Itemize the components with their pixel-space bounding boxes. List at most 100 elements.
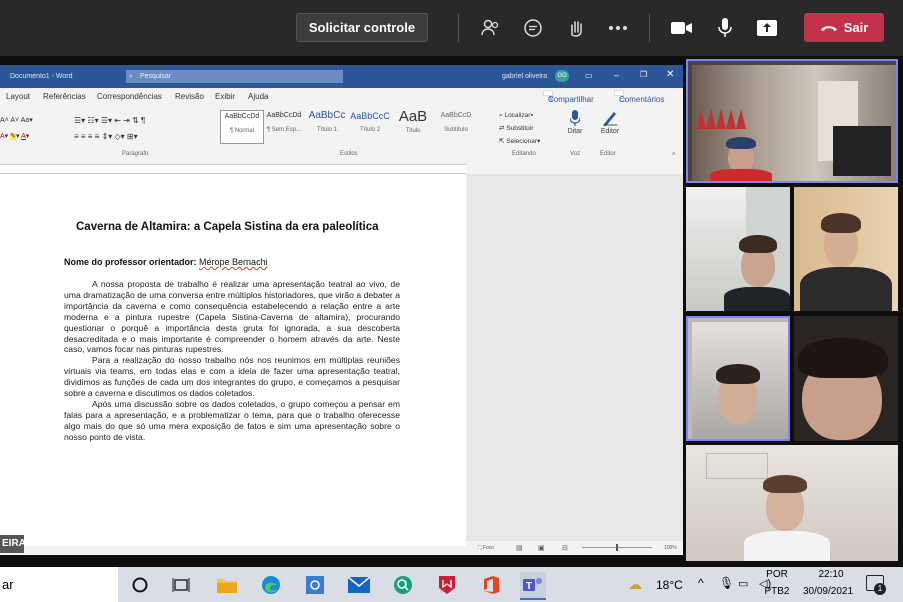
comments-button[interactable]: ▭ Comentários [614,90,664,104]
professor-line: Nome do professor orientador: Mérope Ber… [64,257,268,267]
settings-icon[interactable] [302,572,328,598]
camera-icon[interactable] [668,14,696,42]
weather-temp[interactable]: 18°C [656,578,683,592]
user-avatar[interactable]: GO [555,70,569,82]
style-normal[interactable]: AaBbCcDd ¶ Normal [220,110,264,144]
editor-button[interactable]: Editor [598,110,622,135]
mic-icon [569,110,581,126]
participant-shirt [744,531,830,561]
leave-label: Sair [843,20,869,35]
select-button[interactable]: ⇱ Selecionar▾ [499,135,540,148]
leave-button[interactable]: Sair [804,13,884,42]
user-name: gabriel oliveira [502,73,548,80]
file-explorer-icon[interactable] [214,572,240,598]
video-tile-1[interactable] [686,59,898,183]
office-icon[interactable] [478,572,504,598]
editing-group-label: Editando [512,151,536,157]
replace-button[interactable]: ⇄ Substituir [499,122,540,135]
word-search[interactable]: ⌕ Pesquisar [126,70,343,83]
search-icon: ⌕ [129,73,133,80]
participant-shirt [724,287,790,311]
close-icon[interactable]: ✕ [666,69,674,80]
find-button[interactable]: ⌕ Localizar▾ [499,109,540,122]
style-name: Título 2 [359,127,380,133]
style-subtitle[interactable]: AaBbCcD Subtítulo [435,110,477,142]
mic-icon[interactable] [711,14,739,42]
taskbar-search[interactable]: ar [0,567,118,602]
people-icon[interactable] [476,14,504,42]
wall-frame [706,453,768,479]
list-icon[interactable]: ☰▾ ☷▾ ☰▾ ⇤ ⇥ ⇅ ¶ [74,116,145,125]
tab-references[interactable]: Referências [43,92,86,101]
more-icon[interactable] [604,14,632,42]
share-doc-button[interactable]: ⇪ Compartilhar [543,90,594,104]
raise-hand-icon[interactable] [562,14,590,42]
shared-screen: Documento1 - Word ⌕ Pesquisar gabriel ol… [0,65,683,555]
ribbon-display-icon[interactable]: ▭ [585,71,593,80]
font-color-icon[interactable]: A▾ ✎▾ A▾ [0,132,29,140]
collapse-ribbon-icon[interactable]: ˄ [672,152,676,158]
language-bottom[interactable]: PTB2 [762,586,792,597]
zoom-level[interactable]: 100% [664,545,677,551]
language-top[interactable]: POR [762,569,792,580]
video-tile-3[interactable] [794,187,898,311]
video-tile-6[interactable] [686,445,898,561]
paragraph-3: Após uma discussão sobre os dados coleta… [64,399,400,442]
voice-group-label: Voz [570,151,581,157]
share-icon[interactable] [753,14,781,42]
tab-review[interactable]: Revisão [175,92,204,101]
clock-time[interactable]: 22:10 [806,569,856,580]
word-statusbar: ⛶ Foco ▤ ▣ ⊟ 100% [466,541,683,555]
request-control-button[interactable]: Solicitar controle [296,13,428,42]
web-layout-icon[interactable]: ⊟ [562,544,568,552]
align-icon[interactable]: ≡ ≡ ≡ ≡ ⇕▾ ◇▾ ⊞▾ [74,132,138,141]
dictate-button[interactable]: Ditar [565,110,585,135]
teams-icon[interactable]: T [520,572,546,600]
professor-name: Mérope Bernachi [199,257,268,267]
minimize-icon[interactable]: – [614,70,619,80]
video-tile-5[interactable] [794,316,898,441]
mic-icon[interactable]: 🎙 [719,576,734,590]
mail-icon[interactable] [346,572,372,598]
clock-date[interactable]: 30/09/2021 [793,586,863,597]
notification-badge: 1 [874,583,886,595]
task-view-icon[interactable] [168,572,194,598]
tab-view[interactable]: Exibir [215,92,235,101]
style-heading2[interactable]: AaBbCcC Título 2 [349,110,391,142]
style-title[interactable]: AaB Título [392,109,434,142]
window-title: Documento1 - Word [10,73,73,80]
ribbon: A˄ A˅ Aa▾ A▾ ✎▾ A▾ ☰▾ ☷▾ ☰▾ ⇤ ⇥ ⇅ ¶ ≡ ≡ … [0,104,683,163]
chat-icon[interactable] [519,14,547,42]
style-no-spacing[interactable]: AaBbCcDd ¶ Sem Esp... [263,110,305,142]
video-tile-2[interactable] [686,187,790,311]
editor-pen-icon [603,112,617,126]
comments-label: Comentários [619,95,665,104]
ruler-scale [0,164,466,174]
style-name: ¶ Normal [229,128,255,134]
tab-layout[interactable]: Layout [6,92,30,101]
chevron-up-icon[interactable]: ^ [698,576,704,590]
style-heading1[interactable]: AaBbCc Título 1 [306,110,348,142]
battery-icon[interactable]: ▭ [738,577,748,590]
focus-mode-button[interactable]: ⛶ Foco [478,545,494,551]
tab-mailings[interactable]: Correspondências [97,92,162,101]
style-name: Título [405,128,421,134]
read-mode-icon[interactable]: ▤ [516,544,523,552]
font-size-icon[interactable]: A˄ A˅ Aa▾ [0,116,33,124]
video-tile-4[interactable] [686,316,790,441]
restore-icon[interactable]: ❐ [640,70,647,79]
tab-help[interactable]: Ajuda [248,92,268,101]
paragraph-2: Para a realização do nosso trabalho nós … [64,355,400,398]
style-preview: AaBbCcDd [224,113,260,120]
edge-icon[interactable] [258,572,284,598]
zoom-thumb[interactable] [616,544,618,551]
tv [833,126,891,176]
search-app-icon[interactable] [390,572,416,598]
participant-hair [739,235,777,253]
weather-icon[interactable]: ☁ [628,576,642,593]
paragraph-group-label: Parágrafo [122,151,149,157]
cortana-icon[interactable] [127,572,153,598]
windows-taskbar: ar T ☁ 18°C ^ 🎙 ▭ ◁) POR PTB2 22:10 30/0… [0,567,903,602]
print-layout-icon[interactable]: ▣ [538,544,545,552]
shield-icon[interactable] [434,572,460,598]
